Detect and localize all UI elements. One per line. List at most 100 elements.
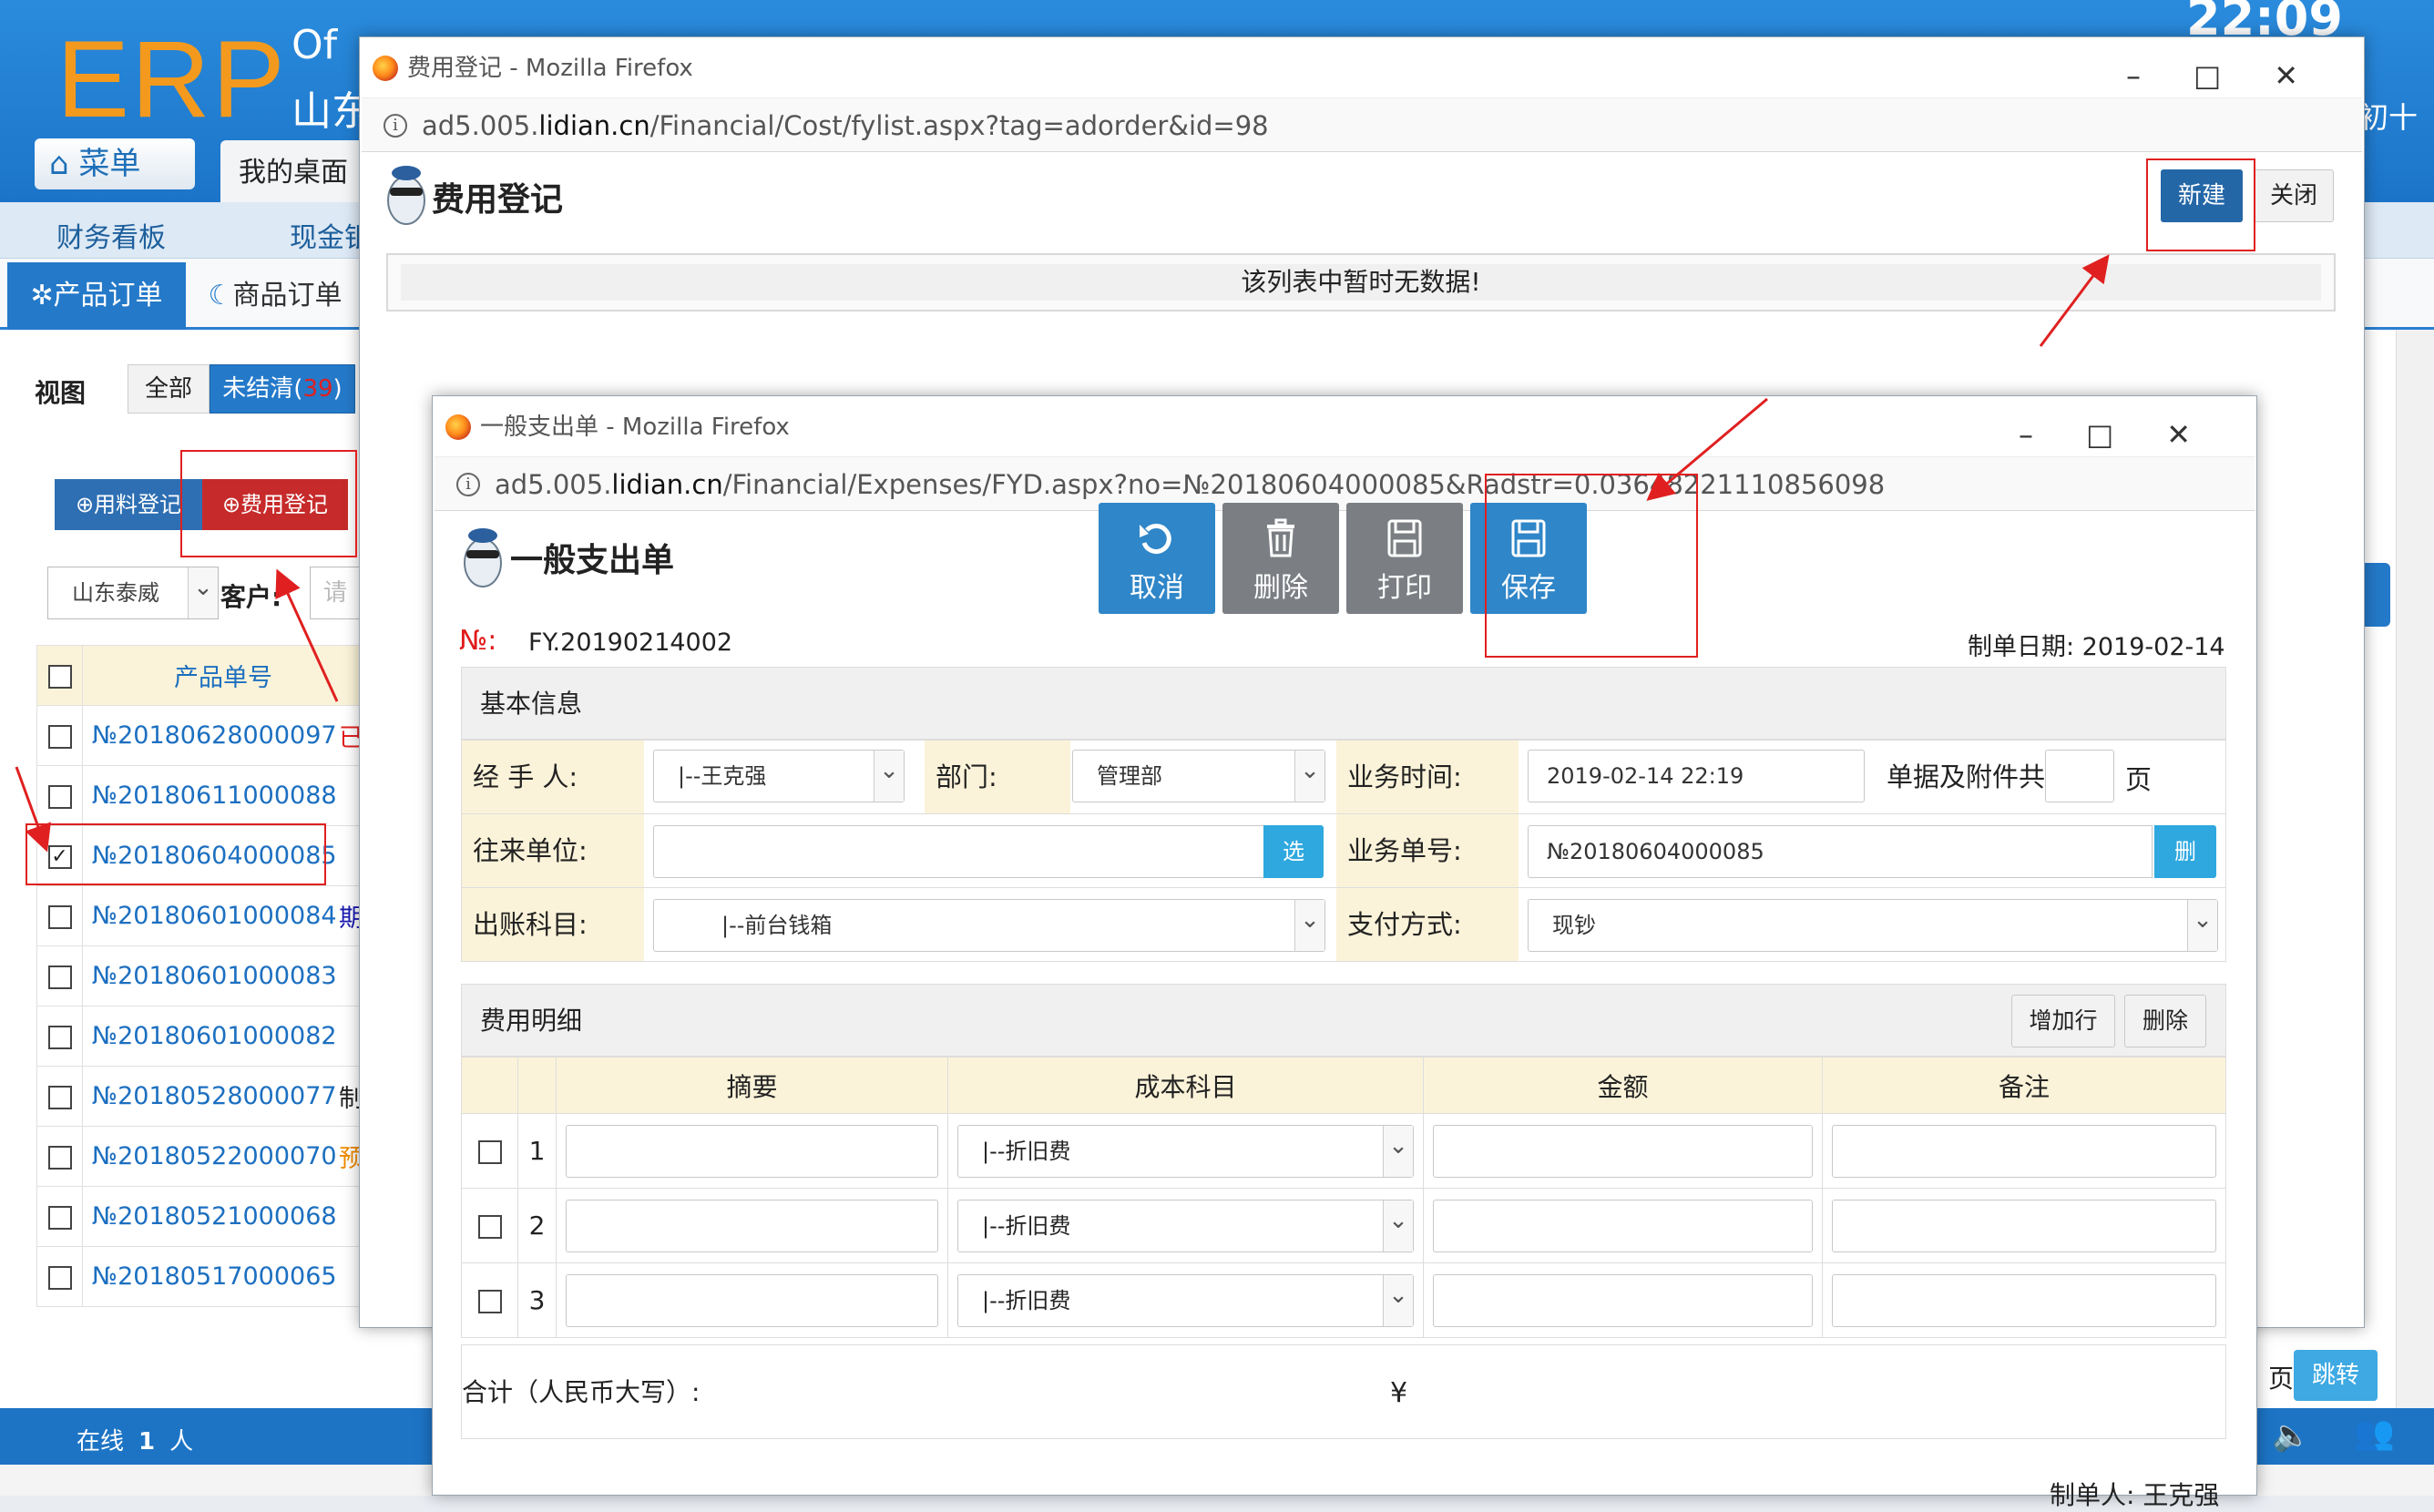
company-select[interactable]: 山东泰威 <box>47 567 219 619</box>
handler-select[interactable]: |--王克强 <box>653 750 905 802</box>
jump-button[interactable]: 跳转 <box>2294 1350 2378 1401</box>
menu-button[interactable]: ⌂ 菜单 <box>35 138 195 189</box>
address-bar[interactable]: i ad5.005.lidian.cn/Financial/Cost/fylis… <box>362 97 2362 152</box>
delete-button[interactable]: 删除 <box>1222 503 1339 614</box>
address-bar[interactable]: i ad5.005.lidian.cn/Financial/Expenses/F… <box>435 456 2255 511</box>
amount-input[interactable] <box>1433 1273 1813 1327</box>
right-scroll-rail[interactable] <box>2396 330 2434 1408</box>
remark-input[interactable] <box>1832 1199 2216 1252</box>
table-row[interactable]: №20180517000065 <box>36 1246 364 1307</box>
delete-biz-no-button[interactable]: 删 <box>2154 825 2216 878</box>
add-row-button[interactable]: 增加行 <box>2011 995 2115 1047</box>
undo-icon <box>1140 524 1171 554</box>
row-checkbox-cell[interactable]: ✓ <box>36 825 83 886</box>
speaker-icon[interactable]: 🔈 <box>2272 1417 2310 1454</box>
product-no-cell[interactable]: №20180628000097 <box>82 705 364 766</box>
biz-time-input[interactable]: 2019-02-14 22:19 <box>1528 750 1865 802</box>
row-checkbox[interactable] <box>47 1085 72 1109</box>
detail-row-checkbox[interactable] <box>477 1140 502 1164</box>
row-checkbox-cell[interactable] <box>36 765 83 826</box>
row-checkbox-cell[interactable] <box>36 1066 83 1127</box>
customer-input[interactable]: 请 <box>310 567 364 619</box>
table-row[interactable]: №20180601000082 <box>36 1006 364 1067</box>
save-button[interactable]: 保存 <box>1470 503 1587 614</box>
detail-check-cell[interactable] <box>461 1262 518 1338</box>
biz-no-input[interactable]: №20180604000085 <box>1528 825 2153 878</box>
table-row[interactable]: №20180611000088 <box>36 765 364 826</box>
partner-input[interactable] <box>653 825 1273 878</box>
header-checkbox-cell[interactable] <box>36 645 83 706</box>
table-row[interactable]: ✓ №20180604000085 <box>36 825 364 886</box>
cost-item-select[interactable]: |--折旧费 <box>957 1124 1414 1178</box>
select-partner-button[interactable]: 选 <box>1263 825 1324 878</box>
product-no-cell[interactable]: №20180528000077 <box>82 1066 364 1127</box>
product-no-cell[interactable]: №20180601000083 <box>82 945 364 1006</box>
summary-input[interactable] <box>566 1124 938 1178</box>
row-checkbox-cell[interactable] <box>36 705 83 766</box>
material-register-button[interactable]: ⊕用料登记 <box>55 479 202 530</box>
pay-method-select[interactable]: 现钞 <box>1528 899 2218 952</box>
row-checkbox[interactable] <box>47 784 72 809</box>
product-no-cell[interactable]: №20180601000082 <box>82 1006 364 1067</box>
amount-input[interactable] <box>1433 1124 1813 1178</box>
users-icon[interactable]: 👥 <box>2354 1414 2395 1452</box>
product-no-cell[interactable]: №20180611000088 <box>82 765 364 826</box>
window-titlebar[interactable]: 费用登记 - Mozilla Firefox –□✕ <box>360 37 2364 97</box>
table-row[interactable]: №20180528000077 <box>36 1066 364 1127</box>
product-no-cell[interactable]: №20180522000070 <box>82 1126 364 1187</box>
close-button[interactable]: 关闭 <box>2254 169 2334 222</box>
row-checkbox[interactable]: ✓ <box>47 844 72 869</box>
cost-item-select[interactable]: |--折旧费 <box>957 1273 1414 1327</box>
expense-register-button[interactable]: ⊕费用登记 <box>202 479 348 530</box>
account-select[interactable]: |--前台钱箱 <box>653 899 1325 952</box>
tab-my-desktop[interactable]: 我的桌面 <box>220 140 366 202</box>
summary-input[interactable] <box>566 1199 938 1252</box>
row-checkbox[interactable] <box>47 1025 72 1049</box>
tab-goods-orders[interactable]: ☾商品订单 <box>193 262 357 330</box>
cancel-button[interactable]: 取消 <box>1099 503 1215 614</box>
product-no-cell[interactable]: №20180517000065 <box>82 1246 364 1307</box>
detail-check-cell[interactable] <box>461 1113 518 1189</box>
new-button[interactable]: 新建 <box>2161 169 2243 222</box>
row-checkbox-cell[interactable] <box>36 1126 83 1187</box>
summary-input[interactable] <box>566 1273 938 1327</box>
table-row[interactable]: №20180601000084 <box>36 885 364 946</box>
info-icon[interactable]: i <box>456 473 480 496</box>
table-row[interactable]: №20180628000097 <box>36 705 364 766</box>
amount-input[interactable] <box>1433 1199 1813 1252</box>
remark-input[interactable] <box>1832 1273 2216 1327</box>
table-row[interactable]: №20180601000083 <box>36 945 364 1006</box>
attachments-input[interactable] <box>2045 750 2114 802</box>
row-checkbox-cell[interactable] <box>36 1006 83 1067</box>
row-checkbox[interactable] <box>47 965 72 989</box>
tab-product-orders[interactable]: ✲产品订单 <box>7 262 186 330</box>
table-row[interactable]: №20180521000068 <box>36 1186 364 1247</box>
delete-row-button[interactable]: 删除 <box>2124 995 2206 1047</box>
detail-check-cell[interactable] <box>461 1188 518 1263</box>
row-checkbox-cell[interactable] <box>36 1246 83 1307</box>
row-checkbox[interactable] <box>47 1205 72 1230</box>
table-row[interactable]: №20180522000070 <box>36 1126 364 1187</box>
nav-finance-board[interactable]: 财务看板 <box>56 215 166 255</box>
print-button[interactable]: 打印 <box>1346 503 1463 614</box>
select-all-checkbox[interactable] <box>47 664 72 689</box>
dept-select[interactable]: 管理部 <box>1072 750 1325 802</box>
detail-row-checkbox[interactable] <box>477 1290 502 1313</box>
product-no-cell[interactable]: №20180601000084 <box>82 885 364 946</box>
row-checkbox-cell[interactable] <box>36 885 83 946</box>
cost-item-select[interactable]: |--折旧费 <box>957 1199 1414 1252</box>
row-checkbox-cell[interactable] <box>36 945 83 1006</box>
view-unsettled-button[interactable]: 未结清(39) <box>210 364 355 414</box>
row-checkbox[interactable] <box>47 904 72 929</box>
view-all-button[interactable]: 全部 <box>128 364 210 414</box>
row-checkbox[interactable] <box>47 1265 72 1290</box>
row-checkbox[interactable] <box>47 724 72 749</box>
product-no-cell[interactable]: №20180604000085 <box>82 825 364 886</box>
remark-input[interactable] <box>1832 1124 2216 1178</box>
row-checkbox-cell[interactable] <box>36 1186 83 1247</box>
window-titlebar[interactable]: 一般支出单 - Mozilla Firefox –□✕ <box>433 396 2256 456</box>
product-no-cell[interactable]: №20180521000068 <box>82 1186 364 1247</box>
row-checkbox[interactable] <box>47 1145 72 1170</box>
detail-row-checkbox[interactable] <box>477 1215 502 1239</box>
info-icon[interactable]: i <box>384 114 407 138</box>
